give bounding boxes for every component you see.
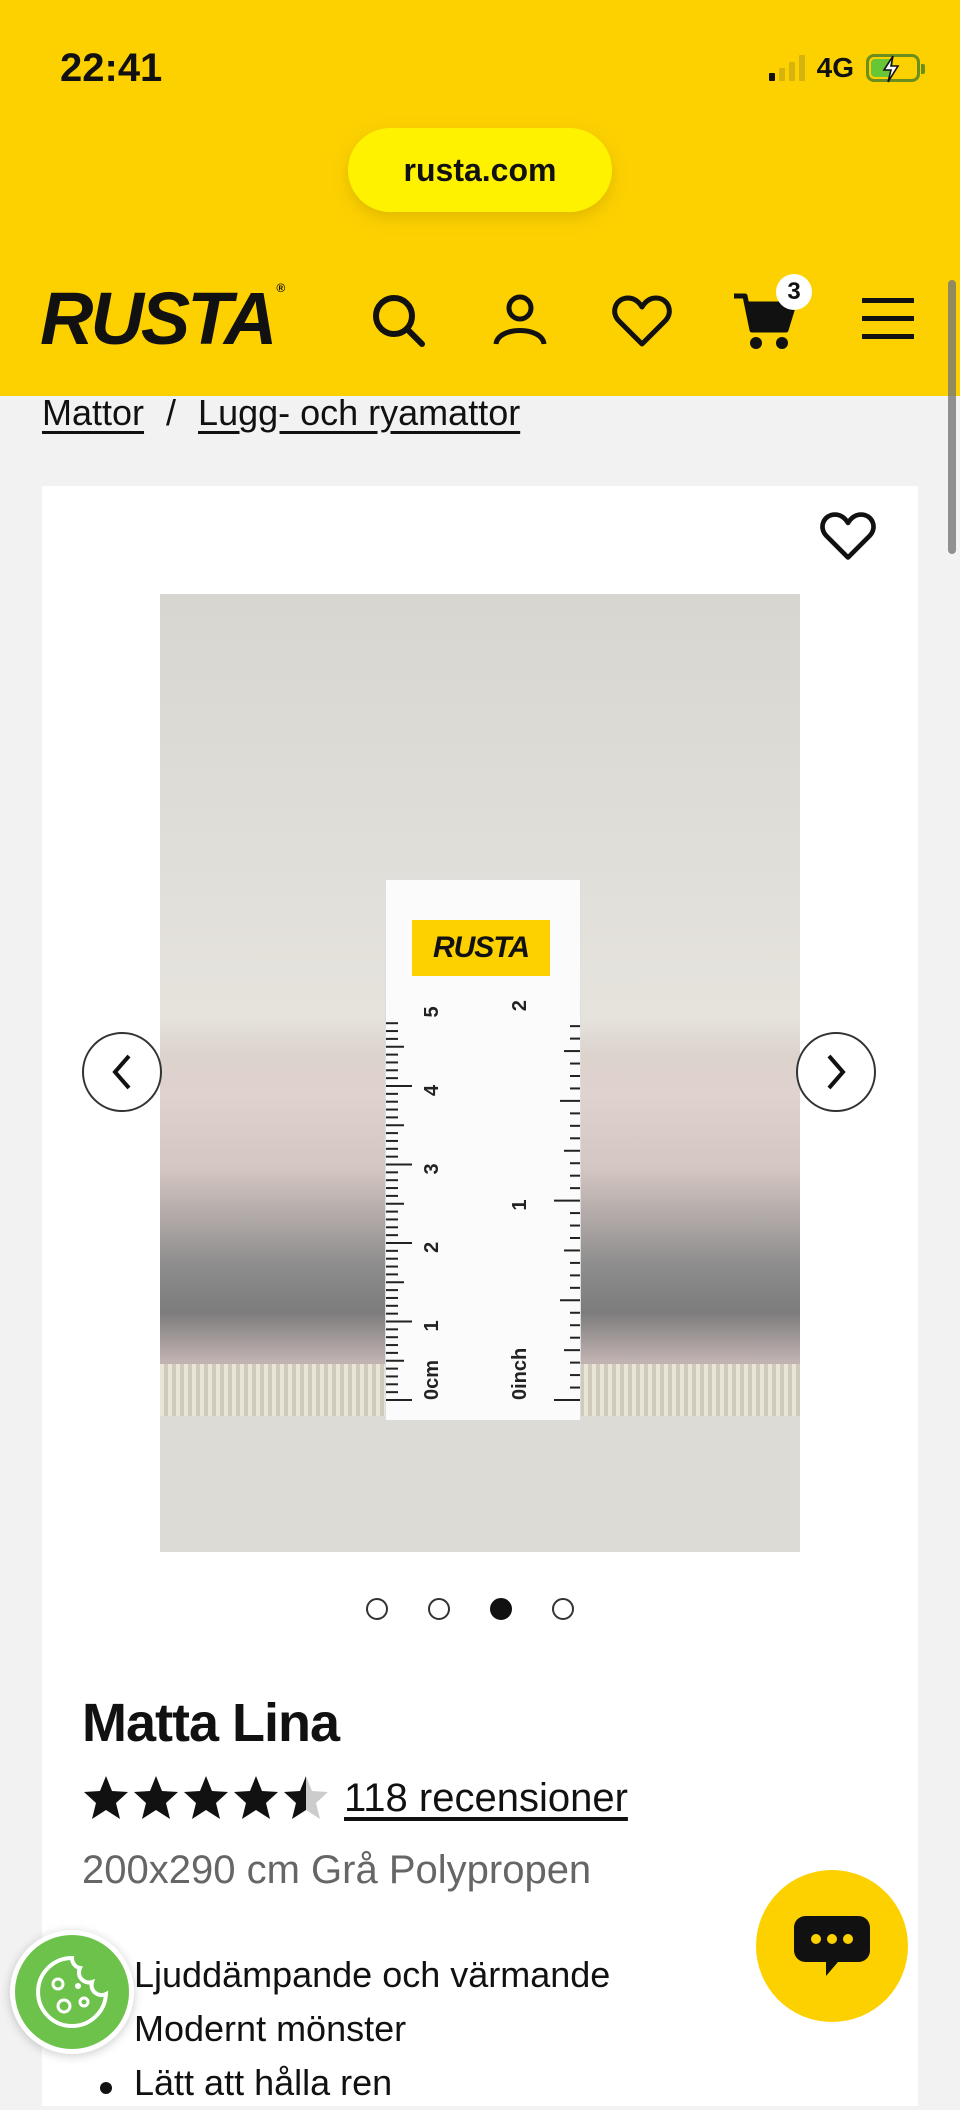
ruler-cm-label: 5 bbox=[421, 1006, 443, 1017]
pagination-dot-3[interactable] bbox=[490, 1598, 512, 1620]
chevron-right-icon bbox=[827, 1054, 846, 1090]
floor bbox=[160, 1416, 800, 1552]
pagination-dot-1[interactable] bbox=[366, 1598, 388, 1620]
chevron-left-icon bbox=[112, 1054, 131, 1090]
site-header: 22:41 4G rusta.com RUSTA ® 3 bbox=[0, 0, 960, 396]
product-rating: 118 recensioner bbox=[82, 1774, 628, 1822]
cart-count-badge: 3 bbox=[776, 274, 812, 310]
ruler-cm-label: 2 bbox=[421, 1242, 443, 1253]
breadcrumb-separator: / bbox=[166, 392, 177, 433]
feature-item: Lätt att hålla ren bbox=[99, 2056, 610, 2110]
status-indicators: 4G bbox=[768, 52, 925, 84]
product-title: Matta Lina bbox=[82, 1693, 340, 1753]
url-bar[interactable]: rusta.com bbox=[348, 128, 612, 212]
ruler-inch-label: 0inch bbox=[509, 1348, 531, 1400]
cookie-icon bbox=[36, 1955, 109, 2028]
ruler-inch-label: 2 bbox=[509, 1000, 531, 1011]
search-icon[interactable] bbox=[370, 292, 426, 348]
reviews-link[interactable]: 118 recensioner bbox=[344, 1776, 628, 1821]
ruler-cm-label: 3 bbox=[421, 1163, 443, 1174]
breadcrumb-link-mattor[interactable]: Mattor bbox=[42, 392, 144, 434]
star-rating-icon bbox=[84, 1776, 328, 1819]
ruler-scale: 0cm 1 2 3 4 5 0inch 1 2 bbox=[386, 1000, 580, 1401]
feature-item: Modernt mönster bbox=[134, 2008, 407, 2049]
next-image-button[interactable] bbox=[796, 1032, 876, 1112]
logo-text: RUSTA bbox=[40, 277, 277, 360]
add-to-favorites-heart-icon[interactable] bbox=[820, 510, 876, 562]
ruler-cm-label: 0cm bbox=[421, 1360, 443, 1400]
status-time: 22:41 bbox=[60, 46, 163, 90]
product-variant-description: 200x290 cm Grå Polypropen bbox=[82, 1848, 592, 1892]
page-scrollbar[interactable] bbox=[948, 280, 956, 554]
pagination-dot-4[interactable] bbox=[552, 1598, 574, 1620]
previous-image-button[interactable] bbox=[82, 1032, 162, 1112]
chat-bubble-icon bbox=[794, 1916, 870, 1976]
account-icon[interactable] bbox=[492, 292, 548, 348]
feature-item: Ljuddämpande och värmande bbox=[134, 1954, 611, 1995]
breadcrumb-link-lugg-ryamattor[interactable]: Lugg- och ryamattor bbox=[198, 392, 520, 434]
pagination-dot-2[interactable] bbox=[428, 1598, 450, 1620]
rusta-logo[interactable]: RUSTA ® bbox=[40, 281, 285, 356]
image-pagination bbox=[366, 1598, 574, 1620]
wishlist-heart-icon[interactable] bbox=[612, 294, 672, 348]
breadcrumb: Mattor / Lugg- och ryamattor bbox=[42, 392, 520, 434]
ruler-cm-label: 1 bbox=[421, 1320, 443, 1331]
battery-icon bbox=[866, 54, 925, 83]
menu-icon[interactable] bbox=[862, 296, 914, 342]
signal-icon bbox=[768, 55, 805, 81]
ruler-inch-label: 1 bbox=[509, 1199, 531, 1210]
cookie-settings-button[interactable] bbox=[10, 1930, 134, 2054]
network-type: 4G bbox=[816, 52, 854, 83]
product-image[interactable]: RUSTA 0cm 1 2 3 4 5 0inch 1 2 bbox=[160, 594, 800, 1552]
product-features-list: Ljuddämpande och värmande Modernt mönste… bbox=[99, 1948, 611, 2110]
ruler-image: RUSTA 0cm 1 2 3 4 5 0inch 1 2 bbox=[386, 880, 580, 1420]
chat-button[interactable] bbox=[756, 1870, 908, 2022]
ruler-cm-label: 4 bbox=[421, 1084, 443, 1096]
registered-mark: ® bbox=[276, 281, 285, 295]
